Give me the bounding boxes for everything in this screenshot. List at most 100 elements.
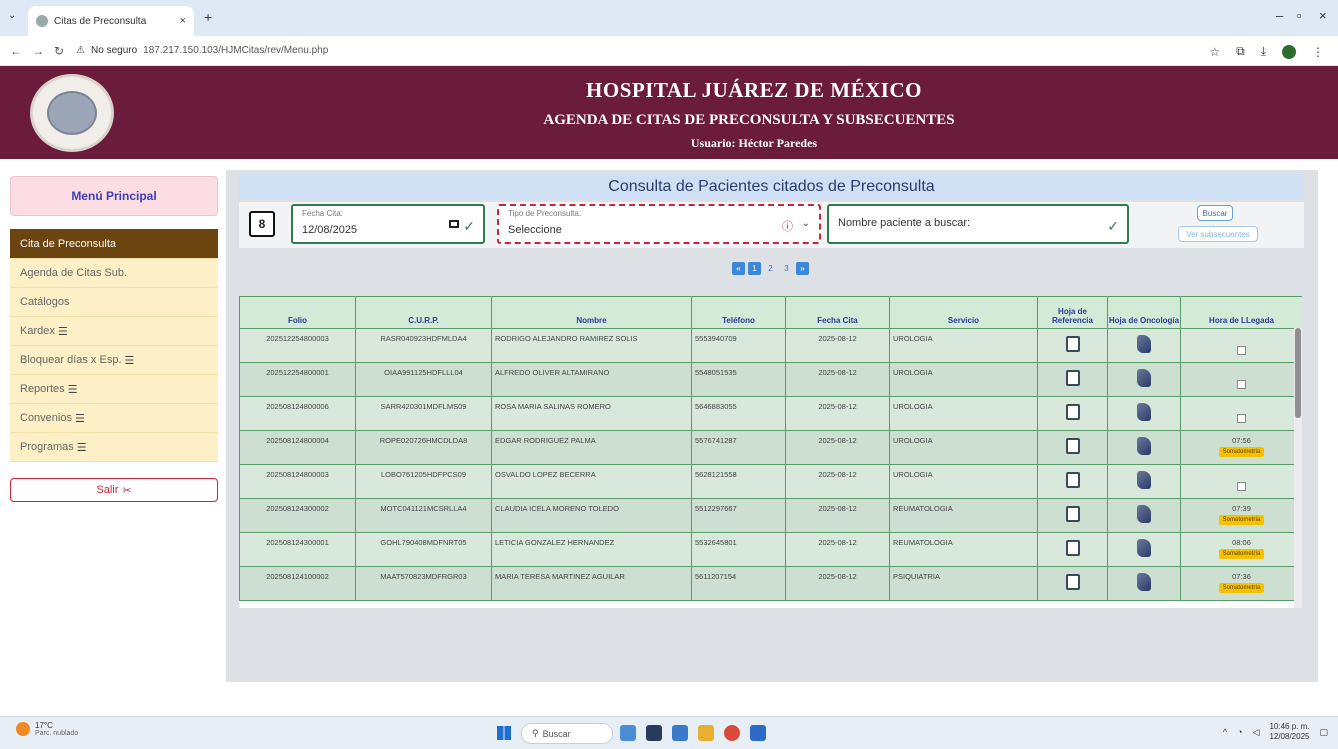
- cell-telefono: 5548051535: [691, 362, 786, 397]
- browser-tab[interactable]: Citas de Preconsulta ×: [28, 6, 194, 36]
- extensions-icon[interactable]: ⧉: [1236, 44, 1245, 59]
- cell-hora-llegada: 07:36 Somatometría: [1180, 566, 1302, 601]
- arrival-checkbox[interactable]: [1237, 346, 1246, 355]
- bookmark-star-icon[interactable]: ☆: [1209, 45, 1220, 59]
- cell-curp: OIAA991125HDFLLL04: [355, 362, 492, 397]
- sidebar-item-kardex[interactable]: Kardex ☰: [10, 317, 218, 346]
- close-window-icon[interactable]: ×: [1319, 8, 1327, 23]
- arrival-checkbox[interactable]: [1237, 482, 1246, 491]
- chrome-app-icon[interactable]: [724, 725, 740, 741]
- download-icon[interactable]: ⤓: [1261, 44, 1266, 59]
- maximize-icon[interactable]: ▫: [1297, 8, 1302, 23]
- page-2[interactable]: 2: [764, 262, 777, 275]
- back-icon[interactable]: ←: [10, 44, 22, 58]
- forward-icon[interactable]: →: [32, 44, 44, 58]
- document-icon[interactable]: [1065, 336, 1080, 352]
- widgets-app-icon[interactable]: [620, 725, 636, 741]
- notifications-icon[interactable]: ▢: [1319, 727, 1328, 738]
- document-icon[interactable]: [1065, 472, 1080, 488]
- tab-title: Citas de Preconsulta: [54, 15, 147, 27]
- cell-curp: GOHL790408MDFNRT05: [355, 532, 492, 567]
- sidebar-item-agenda-citas-sub[interactable]: Agenda de Citas Sub.: [10, 259, 218, 288]
- oncology-sheet-icon[interactable]: [1137, 403, 1151, 421]
- sidebar-item-bloquear-dias[interactable]: Bloquear días x Esp. ☰: [10, 346, 218, 375]
- page-3[interactable]: 3: [780, 262, 793, 275]
- table-row: 202508124800006 SARR420301MDFLMS09 ROSA MA…: [239, 396, 1302, 431]
- network-icon[interactable]: ◔: [1237, 727, 1242, 737]
- tab-list-icon[interactable]: ⌄: [8, 10, 16, 21]
- windows-start-icon[interactable]: [497, 726, 511, 740]
- last-page-icon[interactable]: »: [796, 262, 809, 275]
- logout-button[interactable]: Salir ✂: [10, 478, 218, 502]
- oncology-sheet-icon[interactable]: [1137, 335, 1151, 353]
- list-icon: ☰: [67, 383, 78, 396]
- sidebar-item-programas[interactable]: Programas ☰: [10, 433, 218, 462]
- date-field[interactable]: Fecha Cita: 12/08/2025 ✓: [291, 204, 485, 244]
- scroll-thumb[interactable]: [1295, 328, 1301, 418]
- somatometria-button[interactable]: Somatometría: [1218, 583, 1265, 593]
- patient-search-input[interactable]: Nombre paciente a buscar: ✓: [827, 204, 1129, 244]
- omnibox[interactable]: ⚠ No seguro 187.217.150.103/HJMCitas/rev…: [76, 45, 328, 56]
- tray-chevron-icon[interactable]: ^: [1223, 727, 1227, 737]
- document-icon[interactable]: [1065, 540, 1080, 556]
- oncology-sheet-icon[interactable]: [1137, 437, 1151, 455]
- oncology-sheet-icon[interactable]: [1137, 471, 1151, 489]
- cell-hoja-referencia: [1037, 430, 1108, 465]
- document-icon[interactable]: [1065, 574, 1080, 590]
- arrival-checkbox[interactable]: [1237, 380, 1246, 389]
- somatometria-button[interactable]: Somatometría: [1218, 447, 1265, 457]
- table-scrollbar[interactable]: [1294, 328, 1302, 608]
- cell-servicio: UROLOGIA: [889, 362, 1038, 397]
- file-explorer-icon[interactable]: [698, 725, 714, 741]
- oncology-sheet-icon[interactable]: [1137, 539, 1151, 557]
- somatometria-button[interactable]: Somatometría: [1218, 549, 1265, 559]
- weather-widget[interactable]: 17°C Parc. nublado: [16, 721, 78, 737]
- oncology-sheet-icon[interactable]: [1137, 369, 1151, 387]
- cell-nombre: MARIA TERESA MARTINEZ AGUILAR: [491, 566, 692, 601]
- profile-avatar[interactable]: [1282, 44, 1296, 59]
- os-taskbar: 17°C Parc. nublado ⚲ Buscar ^ ◔ ◁ 10:46 …: [0, 716, 1338, 749]
- sidebar-item-label: Convenios: [20, 412, 72, 424]
- error-icon: ⓘ: [782, 221, 793, 233]
- reload-icon[interactable]: ↻: [54, 44, 64, 58]
- arrival-time: 08:06: [1232, 538, 1251, 547]
- sidebar-menu: Cita de Preconsulta Agenda de Citas Sub.…: [10, 229, 218, 462]
- first-page-icon[interactable]: «: [732, 262, 745, 275]
- col-fecha-cita: Fecha Cita: [785, 296, 890, 329]
- store-app-icon[interactable]: [750, 725, 766, 741]
- cell-hora-llegada: 07:39 Somatometría: [1180, 498, 1302, 533]
- volume-icon[interactable]: ◁: [1253, 727, 1260, 738]
- sidebar-item-cita-preconsulta[interactable]: Cita de Preconsulta: [10, 229, 218, 259]
- document-icon[interactable]: [1065, 438, 1080, 454]
- preconsulta-type-select[interactable]: Tipo de Preconsulta: Seleccione ⓘ ⌄: [497, 204, 821, 244]
- document-icon[interactable]: [1065, 404, 1080, 420]
- arrival-checkbox[interactable]: [1237, 414, 1246, 423]
- view-subsequent-button[interactable]: Ver subsecuentes: [1178, 226, 1258, 242]
- taskbar-search[interactable]: ⚲ Buscar: [521, 723, 613, 744]
- close-tab-icon[interactable]: ×: [180, 15, 186, 27]
- cell-hoja-referencia: [1037, 566, 1108, 601]
- teams-app-icon[interactable]: [672, 725, 688, 741]
- list-icon: ☰: [124, 354, 135, 367]
- oncology-sheet-icon[interactable]: [1137, 505, 1151, 523]
- somatometria-button[interactable]: Somatometría: [1218, 515, 1265, 525]
- sidebar-item-catalogos[interactable]: Catálogos: [10, 288, 218, 317]
- document-icon[interactable]: [1065, 370, 1080, 386]
- arrival-time: 07:36: [1232, 572, 1251, 581]
- new-tab-button[interactable]: +: [204, 9, 212, 25]
- search-button[interactable]: Buscar: [1197, 205, 1233, 221]
- logout-icon: ✂: [122, 484, 132, 497]
- more-menu-icon[interactable]: ⋮: [1312, 45, 1324, 59]
- url-text[interactable]: 187.217.150.103/HJMCitas/rev/Menu.php: [143, 45, 328, 56]
- document-icon[interactable]: [1065, 506, 1080, 522]
- sidebar-item-convenios[interactable]: Convenios ☰: [10, 404, 218, 433]
- col-telefono: Teléfono: [691, 296, 786, 329]
- task-view-icon[interactable]: [646, 725, 662, 741]
- cell-hoja-oncologia: [1107, 328, 1181, 363]
- date-picker-icon[interactable]: [449, 220, 459, 228]
- sidebar-item-reportes[interactable]: Reportes ☰: [10, 375, 218, 404]
- page-1[interactable]: 1: [748, 262, 761, 275]
- clock[interactable]: 10:46 p. m. 12/08/2025: [1269, 722, 1309, 742]
- oncology-sheet-icon[interactable]: [1137, 573, 1151, 591]
- minimize-icon[interactable]: –: [1276, 8, 1283, 23]
